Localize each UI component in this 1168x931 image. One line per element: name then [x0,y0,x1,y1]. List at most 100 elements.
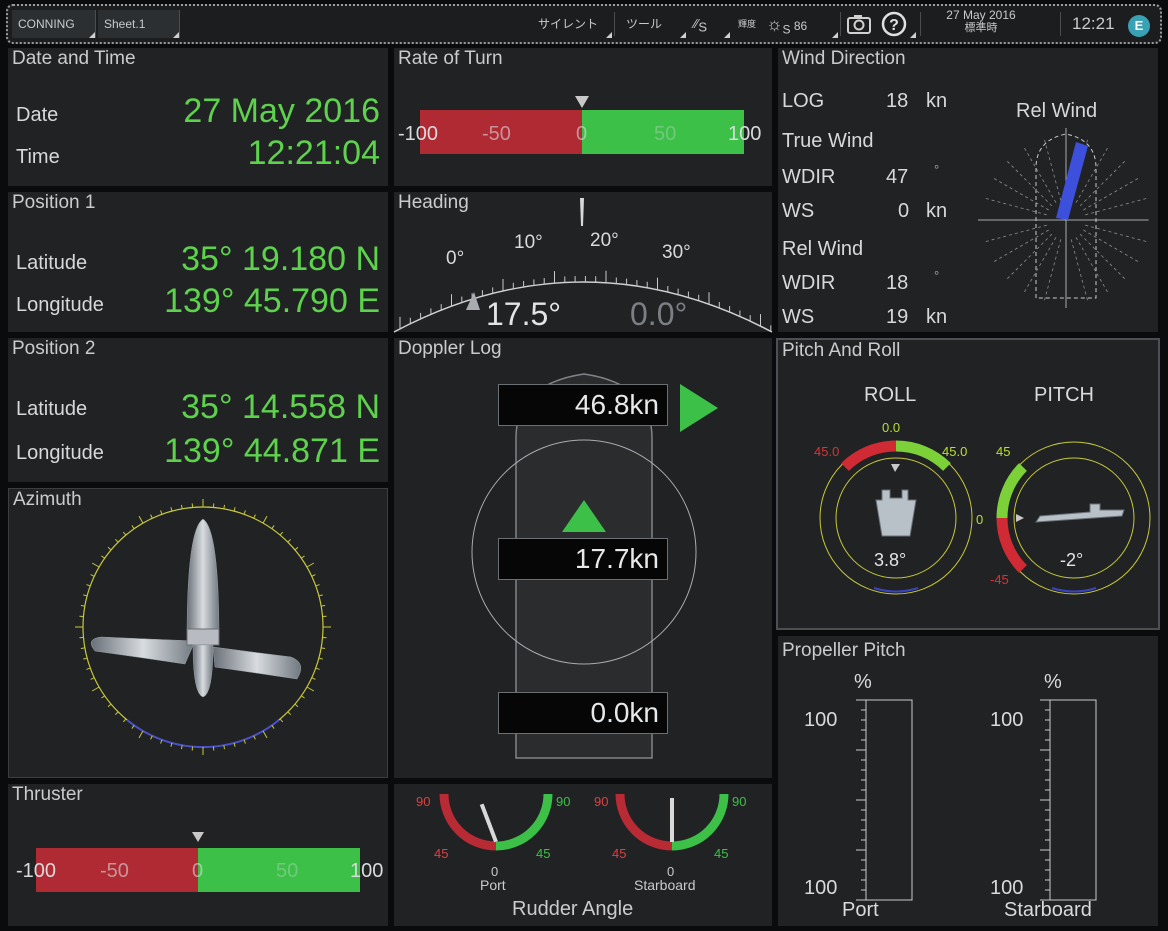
thruster-tick-100: 100 [350,860,383,882]
longitude-label: Longitude [16,294,104,316]
sheet-tab[interactable]: Sheet.1 [98,10,180,38]
roll-left-label: 45.0 [814,444,839,459]
azimuth-panel: Azimuth [8,488,388,778]
rel-wind-graphic-title: Rel Wind [1016,100,1098,122]
heading-tick-30: 30° [662,242,691,263]
position-2-panel: Position 2 Latitude 35° 14.558 N Longitu… [8,338,388,482]
log-unit: kn [926,90,948,112]
thruster-tick-m50: -50 [100,860,129,882]
pitch-roll-panel: Pitch And Roll ROLL PITCH 0.0 45.0 45.0 … [776,338,1160,630]
true-wdir-label: WDIR [782,166,836,188]
true-wind-label: True Wind [782,130,874,152]
heading-tick-0: 0° [446,248,464,269]
pitch-mid-label: 0 [976,512,983,527]
pitch-bottom-label: -45 [990,572,1009,587]
time-value: 12:21:04 [247,134,380,172]
heading-tick-20: 20° [590,230,619,251]
wind-direction-panel: Wind Direction LOG 18 kn True Wind WDIR … [778,48,1158,332]
position-1-panel: Position 1 Latitude 35° 19.180 N Longitu… [8,192,388,332]
latitude-label: Latitude [16,252,88,274]
true-ws-value: 0 [898,200,910,222]
true-wdir-value: 47 [886,166,909,188]
panel-title: Date and Time [12,48,136,69]
longitude-value: 139° 44.871 E [164,432,380,470]
rel-wdir-label: WDIR [782,272,836,294]
port-unit: % [854,671,872,693]
port-label: Port [842,899,879,921]
help-button[interactable]: ? [876,10,916,38]
port-min: 100 [804,877,837,899]
date-label: Date [16,104,59,126]
rel-wind-label: Rel Wind [782,238,864,260]
log-label: LOG [782,90,825,112]
latitude-value: 35° 19.180 N [181,240,380,278]
log-value: 18 [886,90,909,112]
clock: 12:21 [1072,14,1115,33]
pitch-top-label: 45 [996,444,1010,459]
center-speed-value: 17.7kn [498,538,668,580]
starboard-45-left: 45 [612,846,626,861]
true-ws-label: WS [782,200,815,222]
starboard-unit: % [1044,671,1062,693]
panel-dimmer-button[interactable]: ⁄⁄S [688,10,730,38]
brightness-value: 86 [793,19,808,33]
latitude-value: 35° 14.558 N [181,388,380,426]
propeller-bars: % % 100 100 100 100 Port Starboard [804,671,1097,921]
doppler-log-panel: Doppler Log 46.8kn 17.7kn 0.0kn [394,338,772,778]
rel-wdir-value: 18 [886,272,909,294]
port-max: 100 [804,709,837,731]
fore-speed-value: 46.8kn [498,384,668,426]
aft-speed-value: 0.0kn [498,692,668,734]
rel-ws-unit: kn [926,306,948,328]
camera-icon [847,15,871,34]
port-label: Port [480,877,506,893]
rate-of-turn-bar: -100 -50 0 50 100 [398,96,761,154]
thruster-tick-0: 0 [192,860,203,882]
port-45-right: 45 [536,846,550,861]
longitude-value: 139° 45.790 E [164,282,380,320]
pitch-value: -2° [1060,550,1084,570]
rot-tick-50: 50 [654,123,676,145]
status-badge[interactable]: E [1128,15,1150,37]
rudder-angle-panel: 90 90 45 45 0 90 90 45 45 0 Port Starboa… [394,784,772,926]
top-toolbar: CONNING Sheet.1 サイレント ツール ⁄⁄S 輝度 ☼S 86 ?… [6,4,1162,44]
rot-tick-100: 100 [728,123,761,145]
rot-tick-m100: -100 [398,123,438,145]
true-wdir-unit: ° [934,162,940,177]
thruster-tick-m100: -100 [16,860,56,882]
brightness-button[interactable]: ☼S 86 [760,10,838,38]
roll-top-label: 0.0 [882,420,900,435]
longitude-label: Longitude [16,442,104,464]
rot-tick-0: 0 [576,123,587,145]
time-label: Time [16,146,60,168]
rel-wind-graphic [978,128,1152,308]
rel-ws-value: 19 [886,306,909,328]
tools-button[interactable]: ツール [620,10,686,38]
starboard-90-right: 90 [732,794,746,809]
thruster-tick-50: 50 [276,860,298,882]
port-90-left: 90 [416,794,430,809]
svg-text:?: ? [889,17,899,34]
conning-mode-button[interactable]: CONNING [12,10,96,38]
sun-icon: ☼ [766,14,783,34]
date-value: 27 May 2016 [183,92,380,130]
heading-tick-10: 10° [514,232,543,253]
port-90-right: 90 [556,794,570,809]
starboard-label: Starboard [634,877,695,893]
silent-button[interactable]: サイレント [532,10,612,38]
date-zone-display: 27 May 2016 標準時 [946,8,1016,35]
starboard-max: 100 [990,709,1023,731]
rel-wdir-unit: ° [934,268,940,283]
roll-right-label: 45.0 [942,444,967,459]
latitude-label: Latitude [16,398,88,420]
rel-ws-label: WS [782,306,815,328]
screenshot-button[interactable] [842,10,876,38]
set-heading-value: 0.0° [630,296,688,332]
azimuth-dial [75,499,331,755]
starboard-min: 100 [990,877,1023,899]
panel-title: Position 2 [12,338,96,359]
pitch-roll-gauges: 0.0 45.0 45.0 45 0 -45 [814,420,1151,595]
starboard-45-right: 45 [714,846,728,861]
panel-title: Wind Direction [782,48,906,69]
heading-panel: Heading 0° 10° 20° 30° 17.5° 0.0° [393,192,773,333]
